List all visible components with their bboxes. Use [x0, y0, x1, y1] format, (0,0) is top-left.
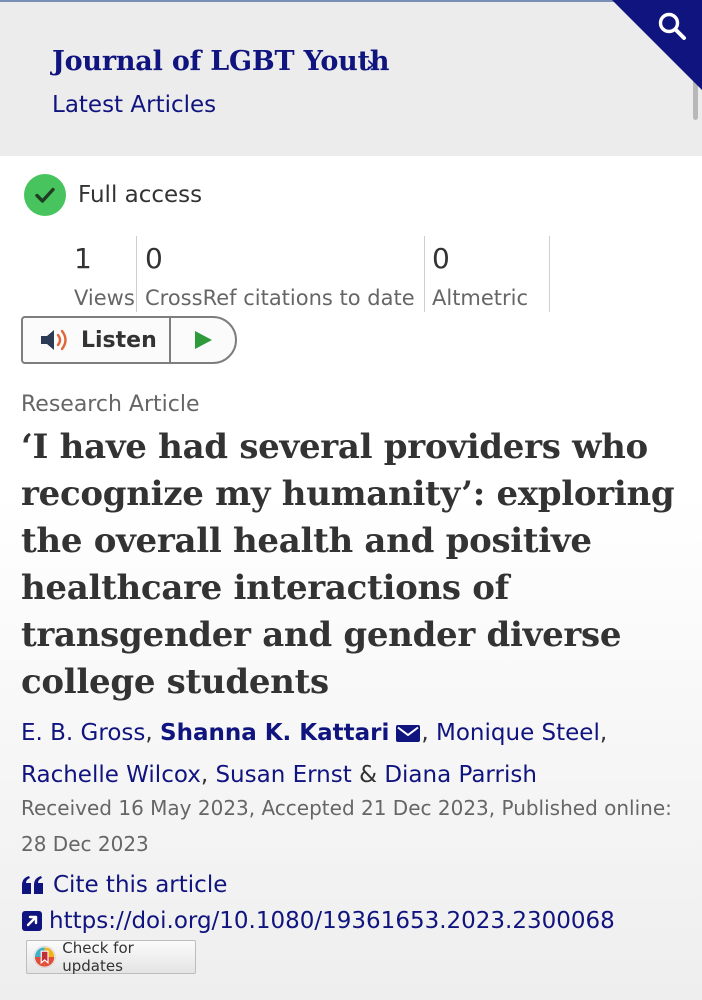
cite-article-link[interactable]: Cite this article — [21, 868, 227, 902]
altmetric-count: 0 — [432, 242, 450, 275]
author-link[interactable]: Diana Parrish — [384, 762, 537, 788]
views-label: Views — [74, 286, 135, 310]
metric-divider — [136, 236, 137, 312]
full-access-label: Full access — [78, 182, 203, 208]
crossref-count: 0 — [145, 242, 163, 275]
crossmark-icon — [33, 945, 56, 969]
mail-icon[interactable] — [395, 724, 421, 743]
views-count: 1 — [74, 242, 92, 275]
author-separator: , — [200, 762, 216, 788]
author-separator: & — [351, 762, 385, 788]
check-circle-icon — [24, 174, 66, 216]
metric-divider — [549, 236, 550, 312]
chevron-right-icon[interactable]: › — [366, 50, 376, 78]
listen-player: Listen — [21, 316, 237, 364]
article-title: ‘I have had several providers who recogn… — [21, 427, 675, 702]
listen-label: Listen — [81, 327, 157, 353]
author-link-corresponding[interactable]: Shanna K. Kattari — [160, 720, 389, 746]
check-for-updates-label: Check for updates — [62, 939, 134, 975]
metric-divider — [424, 236, 425, 312]
access-status: Full access — [24, 174, 202, 216]
play-icon — [195, 331, 212, 349]
author-separator: , — [421, 720, 437, 746]
article-type: Research Article — [21, 392, 200, 417]
journal-header: Journal of LGBT Youth › Latest Articles — [0, 0, 702, 156]
journal-title-link[interactable]: Journal of LGBT Youth — [52, 46, 389, 77]
quote-icon — [22, 876, 43, 894]
speaker-icon — [41, 329, 67, 351]
altmetric-label: Altmetric — [432, 286, 529, 310]
doi-url: https://doi.org/10.1080/19361653.2023.23… — [49, 908, 615, 934]
author-link[interactable]: E. B. Gross — [21, 720, 145, 746]
author-separator: , — [599, 720, 608, 746]
latest-articles-link[interactable]: Latest Articles — [52, 92, 216, 118]
author-link[interactable]: Monique Steel — [436, 720, 600, 746]
publication-dates: Received 16 May 2023, Accepted 21 Dec 20… — [21, 796, 672, 856]
listen-button[interactable]: Listen — [23, 318, 171, 362]
author-link[interactable]: Susan Ernst — [215, 762, 351, 788]
external-link-icon — [22, 911, 42, 931]
play-button[interactable] — [171, 318, 235, 362]
doi-link[interactable]: https://doi.org/10.1080/19361653.2023.23… — [21, 904, 615, 938]
author-list: E. B. Gross, Shanna K. Kattari, Monique … — [21, 712, 691, 796]
author-link[interactable]: Rachelle Wilcox — [21, 762, 201, 788]
crossref-label: CrossRef citations to date — [145, 286, 415, 310]
cite-label: Cite this article — [53, 872, 228, 898]
check-for-updates-button[interactable]: Check for updates — [26, 939, 196, 975]
author-separator: , — [145, 720, 160, 746]
search-icon — [658, 12, 686, 40]
